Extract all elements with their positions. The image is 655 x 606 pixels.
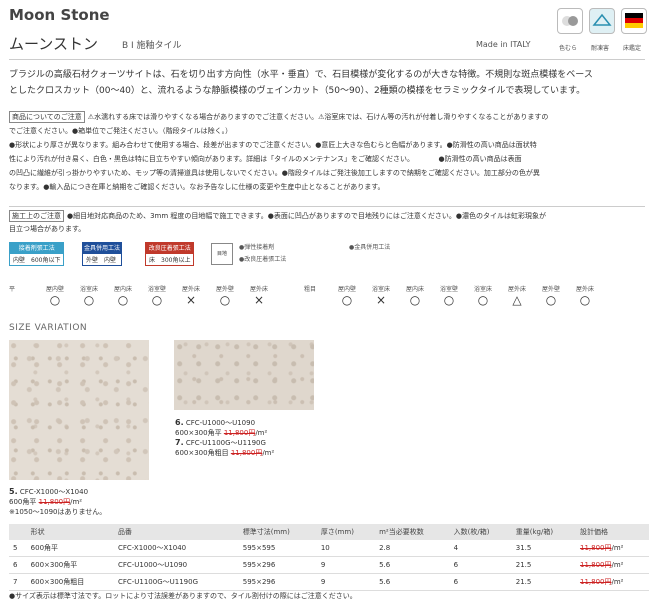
method-crimp: 改良圧着張工法 床 300角以上 — [145, 242, 195, 266]
badge-label: 色むら — [558, 45, 577, 52]
method-metal: 金具併用工法 外壁 内壁 — [82, 242, 123, 266]
product-series: B I 施釉タイル — [122, 41, 182, 51]
badge-label: 耐凍害 — [590, 45, 609, 52]
footnote: ●サイズ表示は標準寸法です。ロットにより寸法誤差がありますので、タイル割付けの際… — [9, 592, 357, 600]
usage-row-label: 平 — [9, 286, 16, 293]
made-in-label: Made in ITALY — [476, 40, 531, 49]
tile-sample-600 — [9, 340, 149, 480]
caption-item5: 5. CFC-X1000～X1040 600角平 11,800円/m² ※105… — [9, 487, 107, 516]
table-row: 5 600角平 CFC-X1000～X1040 595×595 10 2.8 4 31.5… — [9, 540, 649, 557]
usage-row-label: 粗目 — [304, 286, 317, 293]
method-adhesive: 接着剤張工法 内壁 600角以下 — [9, 242, 65, 266]
table-row: 7 600×300角粗目 CFC-U1100G～U1190G 595×296 9 5.6… — [9, 573, 649, 591]
notes-heading: 商品についてのご注意 — [9, 111, 85, 123]
method-option: ●弾性接着剤 — [239, 244, 275, 251]
weather-resistant-icon — [589, 8, 615, 34]
usage-grid-b: 屋内壁 ○ 浴室床 × 屋内床 ○ 浴室壁 ○ 浴室床 ○ 屋外床 △ 屋外壁 ○ 屋外床 ○ — [337, 286, 594, 307]
divider — [9, 59, 645, 60]
table-header: 形状 品番 標準寸法(mm) 厚さ(mm) m²当必要枚数 入数(枚/箱) 重量(kg/… — [9, 524, 649, 540]
caption-item6: 6. CFC-U1000～U1090 600×300角平 11,800円/m² … — [175, 418, 275, 457]
badge-label: 床鑑定 — [622, 45, 641, 52]
tile-sample-600x300 — [174, 340, 314, 410]
method-option: ●金具併用工法 — [349, 244, 391, 251]
german-flag-icon — [621, 8, 647, 34]
description: ブラジルの高級石材クォーツサイトは、石を切り出す方向性（水平・垂直）で、石目模様… — [9, 70, 593, 96]
product-title: Moon Stone — [9, 6, 110, 24]
color-variation-icon — [557, 8, 583, 34]
usage-grid-a: 屋内壁 ○ 浴室床 ○ 屋内床 ○ 浴室壁 ○ 屋外床 × 屋外壁 ○ 屋外床 × — [45, 286, 268, 307]
spec-table: 形状 品番 標準寸法(mm) 厚さ(mm) m²当必要枚数 入数(枚/箱) 重量(kg/… — [9, 524, 649, 591]
joint-icon: 目地 — [211, 243, 233, 265]
product-notes: 商品についてのご注意 ⚠水濡れする床では滑りやすくなる場合がありますのでご注意くだ… — [9, 111, 549, 191]
divider — [9, 206, 645, 207]
construction-heading: 施工上のご注意 — [9, 210, 64, 222]
product-subtitle: ムーンストン — [9, 35, 98, 53]
size-variation-heading: SIZE VARIATION — [9, 323, 88, 333]
construction-notes: 施工上のご注意 ●細目地対応商品のため、3mm 程度の目地幅で施工できます。●表面… — [9, 210, 546, 233]
table-row: 6 600×300角平 CFC-U1000～U1090 595×296 9 5.6 62… — [9, 556, 649, 574]
method-option: ●改良圧着張工法 — [239, 256, 287, 263]
